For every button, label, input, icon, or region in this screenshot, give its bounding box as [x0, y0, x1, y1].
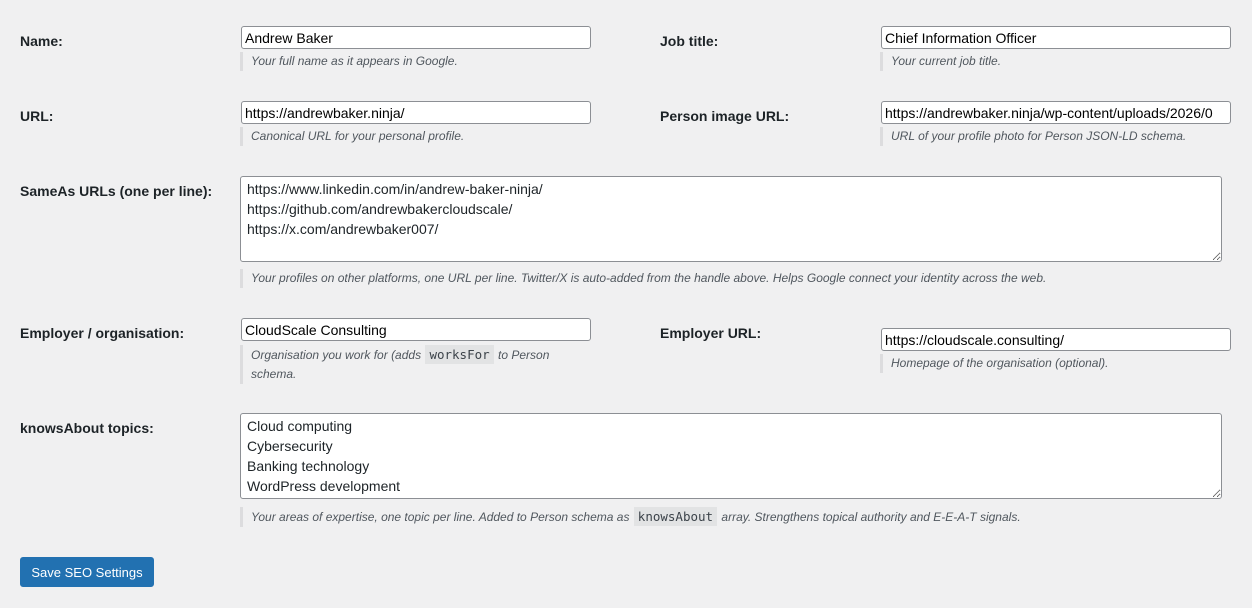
url-input[interactable] — [241, 101, 591, 124]
knows-about-label: knowsAbout topics: — [20, 420, 154, 436]
employer-url-input[interactable] — [881, 328, 1231, 351]
knows-about-description: Your areas of expertise, one topic per l… — [240, 507, 1230, 527]
same-as-label: SameAs URLs (one per line): — [20, 183, 213, 199]
url-description: Canonical URL for your personal profile. — [240, 127, 600, 146]
knows-about-textarea[interactable]: Cloud computing Cybersecurity Banking te… — [240, 413, 1222, 499]
employer-label: Employer / organisation: — [20, 325, 185, 341]
name-description: Your full name as it appears in Google. — [240, 52, 600, 71]
job-title-label: Job title: — [660, 33, 719, 49]
works-for-code: worksFor — [425, 345, 494, 364]
employer-url-label: Employer URL: — [660, 325, 762, 341]
same-as-description: Your profiles on other platforms, one UR… — [240, 269, 1230, 288]
url-label: URL: — [20, 108, 54, 124]
person-image-url-input[interactable] — [881, 101, 1231, 124]
same-as-textarea[interactable]: https://www.linkedin.com/in/andrew-baker… — [240, 176, 1222, 262]
knows-about-code: knowsAbout — [633, 507, 718, 526]
save-seo-settings-button[interactable]: Save SEO Settings — [20, 557, 154, 587]
knows-about-description-text-end: array. Strengthens topical authority and… — [721, 510, 1021, 524]
knows-about-description-text: Your areas of expertise, one topic per l… — [251, 510, 630, 524]
employer-description-text: Organisation you work for (adds — [251, 348, 422, 362]
employer-input[interactable] — [241, 318, 591, 341]
person-image-url-description: URL of your profile photo for Person JSO… — [880, 127, 1240, 146]
name-label: Name: — [20, 33, 63, 49]
person-image-url-label: Person image URL: — [660, 108, 790, 124]
job-title-input[interactable] — [881, 26, 1231, 49]
employer-description: Organisation you work for (adds worksFor… — [240, 345, 590, 384]
name-input[interactable] — [241, 26, 591, 49]
employer-url-description: Homepage of the organisation (optional). — [880, 354, 1240, 373]
job-title-description: Your current job title. — [880, 52, 1240, 71]
